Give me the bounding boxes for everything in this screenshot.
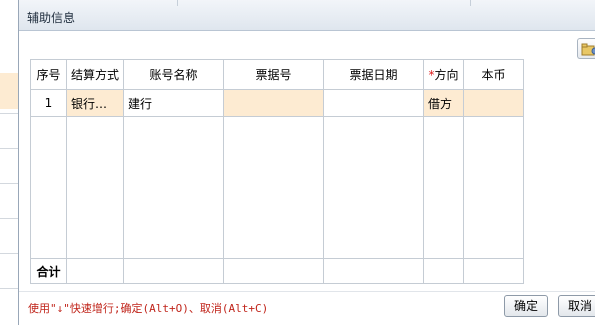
column-header-bill-no[interactable]: 票据号 — [223, 59, 325, 90]
ok-button[interactable]: 确定 — [504, 295, 548, 317]
toolbar-action-button[interactable] — [577, 38, 595, 59]
column-header-direction[interactable]: *方向 — [423, 59, 465, 90]
titlebar-divider — [177, 0, 178, 6]
total-row: 合计 — [30, 258, 525, 284]
total-cell — [423, 258, 465, 284]
background-divider — [0, 148, 20, 149]
cancel-button[interactable]: 取消 — [558, 295, 595, 317]
cell-amount[interactable] — [463, 89, 525, 117]
cell-bill-no[interactable] — [223, 89, 325, 117]
empty-cell — [323, 116, 425, 259]
column-header-account-name[interactable]: 账号名称 — [123, 59, 225, 90]
column-header-settlement[interactable]: 结算方式 — [65, 59, 125, 90]
total-cell — [463, 258, 525, 284]
cell-settlement[interactable]: 银行… — [65, 89, 125, 117]
cell-account-name[interactable]: 建行 — [123, 89, 225, 117]
table-row[interactable]: 1 银行… 建行 借方 — [30, 89, 525, 117]
background-divider — [0, 253, 20, 254]
column-header-bill-date[interactable]: 票据日期 — [323, 59, 425, 90]
empty-cell — [423, 116, 465, 259]
column-header-amount[interactable]: 本币 — [463, 59, 525, 90]
shortcut-hint: 使用"↓"快速增行;确定(Alt+O)、取消(Alt+C) — [28, 302, 269, 315]
cell-direction[interactable]: 借方 — [423, 89, 465, 117]
background-divider — [0, 183, 20, 184]
dialog-title: 辅助信息 — [27, 11, 76, 25]
total-cell — [65, 258, 125, 284]
auxiliary-info-grid: 序号 结算方式 账号名称 票据号 票据日期 *方向 本币 1 银行… 建行 借方 — [30, 59, 525, 284]
background-app-panel — [0, 0, 20, 325]
cell-seq[interactable]: 1 — [30, 89, 67, 117]
background-divider — [0, 113, 20, 114]
background-selected-row — [0, 73, 20, 109]
folder-icon — [581, 43, 595, 56]
auxiliary-info-dialog: 辅助信息 序号 结算方式 账号名称 票据号 票据日期 *方向 本币 1 银行… … — [18, 0, 595, 325]
column-header-seq[interactable]: 序号 — [30, 59, 67, 90]
empty-cell — [30, 116, 67, 259]
total-cell — [223, 258, 325, 284]
total-cell — [323, 258, 425, 284]
titlebar-divider — [470, 0, 471, 6]
background-divider — [0, 288, 20, 289]
empty-cell — [463, 116, 525, 259]
dialog-titlebar[interactable]: 辅助信息 — [19, 0, 595, 31]
cell-bill-date[interactable] — [323, 89, 425, 117]
empty-cell — [65, 116, 125, 259]
empty-cell — [123, 116, 225, 259]
grid-empty-area — [30, 116, 525, 259]
grid-header-row: 序号 结算方式 账号名称 票据号 票据日期 *方向 本币 — [30, 59, 525, 90]
empty-cell — [223, 116, 325, 259]
column-header-direction-label: 方向 — [434, 68, 459, 82]
footer-divider — [19, 291, 595, 292]
background-divider — [0, 218, 20, 219]
total-label: 合计 — [30, 258, 67, 284]
total-cell — [123, 258, 225, 284]
